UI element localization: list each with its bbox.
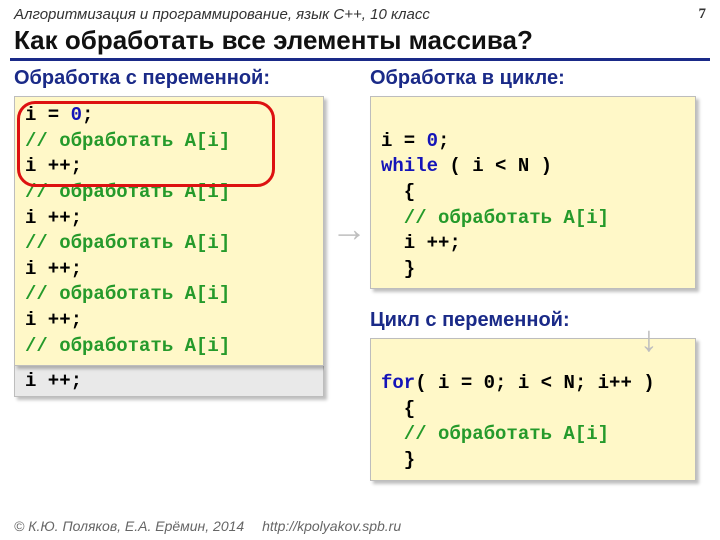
header: Алгоритмизация и программирование, язык … xyxy=(0,0,720,23)
code-line: // обработать A[i] xyxy=(25,180,313,206)
page-title: Как обработать все элементы массива? xyxy=(0,23,720,58)
code-line: i ++; xyxy=(25,154,313,180)
code-line: i ++; xyxy=(25,308,313,334)
content: Обработка с переменной: i = 0; // обрабо… xyxy=(0,61,720,65)
code-line: } xyxy=(381,257,685,283)
arrow-down-icon: ↓ xyxy=(640,321,658,357)
code-line: i ++; xyxy=(25,257,313,283)
footer: © К.Ю. Поляков, Е.А. Ерёмин, 2014 http:/… xyxy=(0,518,720,534)
footer-url[interactable]: http://kpolyakov.spb.ru xyxy=(262,518,401,534)
right1-heading: Обработка в цикле: xyxy=(370,67,696,90)
code-line: { xyxy=(381,180,685,206)
left-extra: i ++; xyxy=(14,366,324,397)
code-line: // обработать A[i] xyxy=(25,334,313,360)
left-codebox: i = 0; // обработать A[i] i ++; // обраб… xyxy=(14,96,324,366)
left-heading: Обработка с переменной: xyxy=(14,67,324,90)
code-line: // обработать A[i] xyxy=(381,206,685,232)
code-line: i = 0; xyxy=(381,129,685,155)
course-label: Алгоритмизация и программирование, язык … xyxy=(14,6,430,23)
code-line: // обработать A[i] xyxy=(25,282,313,308)
code-line: i ++; xyxy=(381,231,685,257)
code-line: // обработать A[i] xyxy=(25,129,313,155)
arrow-right-icon: → xyxy=(331,211,367,247)
right-column: Обработка в цикле: i = 0;while ( i < N )… xyxy=(370,67,696,481)
code-line: // обработать A[i] xyxy=(25,231,313,257)
code-line: i ++; xyxy=(25,206,313,232)
code-line: for( i = 0; i < N; i++ ) xyxy=(381,371,685,397)
code-line: while ( i < N ) xyxy=(381,154,685,180)
page-number: 7 xyxy=(699,6,707,23)
footer-copy: © К.Ю. Поляков, Е.А. Ерёмин, 2014 xyxy=(14,518,244,534)
left-column: Обработка с переменной: i = 0; // обрабо… xyxy=(14,67,324,397)
code-line: // обработать A[i] xyxy=(381,422,685,448)
right1-codebox: i = 0;while ( i < N ) { // обработать A[… xyxy=(370,96,696,289)
code-line: { xyxy=(381,397,685,423)
right2-codebox: for( i = 0; i < N; i++ ) { // обработать… xyxy=(370,338,696,480)
code-line: i = 0; xyxy=(25,103,313,129)
code-line: } xyxy=(381,448,685,474)
